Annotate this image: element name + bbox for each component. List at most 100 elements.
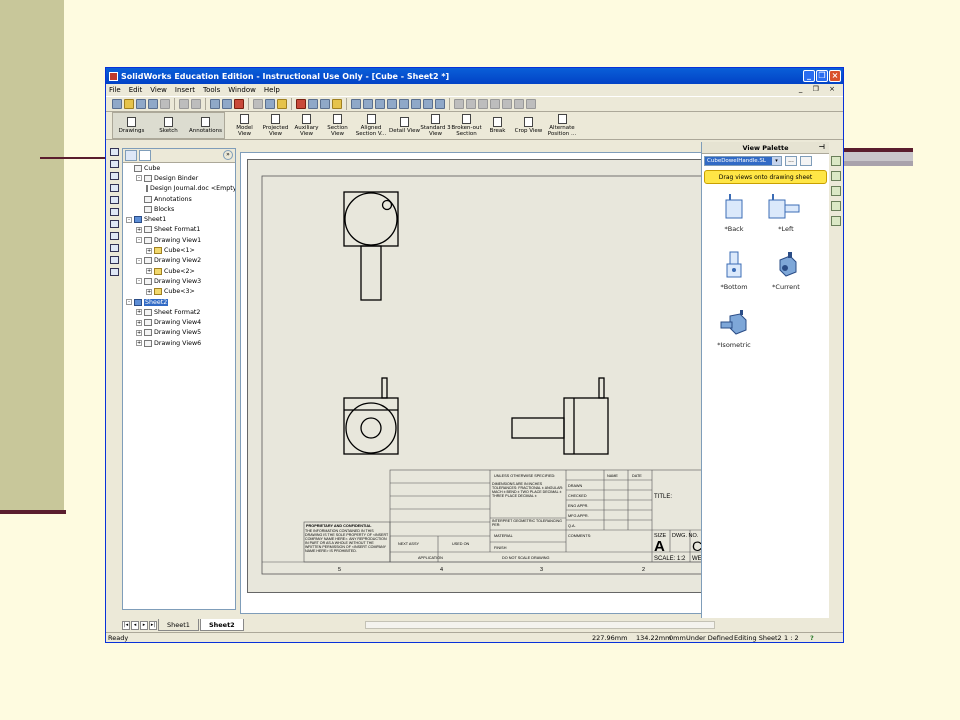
tool-icon-5[interactable] [109, 196, 119, 204]
refresh-button[interactable] [800, 156, 812, 166]
appearance-icon[interactable] [296, 99, 306, 109]
horizontal-scrollbar[interactable] [364, 621, 715, 629]
expand-toggle-icon[interactable]: + [136, 226, 142, 233]
expand-toggle-icon[interactable]: + [136, 319, 142, 326]
projected-view-button[interactable]: Projected View [260, 112, 291, 139]
perspective-icon[interactable] [526, 99, 536, 109]
model-view-button[interactable]: Model View [229, 112, 260, 139]
hidden-lines-icon[interactable] [466, 99, 476, 109]
resources-icon[interactable] [831, 156, 841, 166]
zoom-fit-icon[interactable] [351, 99, 361, 109]
tree-node[interactable]: + Cube<3> [123, 287, 235, 297]
tree-node[interactable]: - Design Binder [123, 173, 235, 183]
break-button[interactable]: Break [482, 112, 513, 139]
undo-icon[interactable] [179, 99, 189, 109]
expand-toggle-icon[interactable]: + [146, 247, 152, 254]
display-icon[interactable] [308, 99, 318, 109]
pin-icon[interactable]: ⊣ [819, 143, 825, 151]
tool-icon-11[interactable] [109, 268, 119, 276]
tree-node[interactable]: - Sheet2 [123, 297, 235, 307]
help-icon[interactable] [277, 99, 287, 109]
menu-window[interactable]: Window [228, 86, 256, 94]
menu-tools[interactable]: Tools [203, 86, 220, 94]
tree-node[interactable]: + Sheet Format1 [123, 225, 235, 235]
auxiliary-view-button[interactable]: Auxiliary View [291, 112, 322, 139]
redo-icon[interactable] [191, 99, 201, 109]
tool-icon-3[interactable] [109, 172, 119, 180]
menu-view[interactable]: View [150, 86, 167, 94]
zoom-selection-icon[interactable] [399, 99, 409, 109]
menu-insert[interactable]: Insert [175, 86, 195, 94]
select-filter-icon[interactable] [222, 99, 232, 109]
palette-view-current[interactable]: *Current [760, 250, 812, 308]
expand-toggle-icon[interactable]: - [136, 278, 142, 285]
help-status-icon[interactable]: ? [810, 634, 814, 642]
tree-node[interactable]: Annotations [123, 194, 235, 204]
layers-icon[interactable] [320, 99, 330, 109]
detail-view-button[interactable]: Detail View [389, 112, 420, 139]
zoom-in-icon[interactable] [375, 99, 385, 109]
tool-icon-10[interactable] [109, 256, 119, 264]
expand-toggle-icon[interactable]: + [146, 288, 152, 295]
design-library-icon[interactable] [831, 171, 841, 181]
file-explorer-icon[interactable] [831, 186, 841, 196]
drawing-view-side[interactable] [511, 377, 609, 455]
menu-edit[interactable]: Edit [129, 86, 143, 94]
last-sheet-button[interactable]: ▸| [149, 620, 157, 630]
shaded-edges-icon[interactable] [490, 99, 500, 109]
view-palette-icon[interactable] [831, 201, 841, 211]
drawing-view-top[interactable] [343, 191, 399, 301]
tree-node[interactable]: + Sheet Format2 [123, 307, 235, 317]
open-icon[interactable] [124, 99, 134, 109]
browse-button[interactable]: ... [785, 156, 797, 166]
expand-toggle-icon[interactable]: - [136, 237, 142, 244]
crop-view-button[interactable]: Crop View [513, 112, 544, 139]
tree-node[interactable]: + Drawing View4 [123, 317, 235, 327]
tree-node[interactable]: - Drawing View1 [123, 235, 235, 245]
tree-node[interactable]: + Cube<1> [123, 245, 235, 255]
print-icon[interactable] [148, 99, 158, 109]
minimize-button[interactable]: _ [803, 70, 815, 82]
restore-button[interactable]: ❐ [816, 70, 828, 82]
expand-toggle-icon[interactable]: - [126, 216, 132, 223]
collapse-chevron-icon[interactable]: » [223, 150, 233, 160]
expand-toggle-icon[interactable]: + [136, 309, 142, 316]
expand-toggle-icon[interactable]: - [136, 257, 142, 264]
tree-node[interactable]: + Drawing View6 [123, 338, 235, 348]
next-sheet-button[interactable]: ▸ [140, 620, 148, 630]
zoom-out-icon[interactable] [387, 99, 397, 109]
document-window-controls[interactable]: _ ❐ × [799, 85, 839, 93]
shaded-icon[interactable] [502, 99, 512, 109]
zoom-area-icon[interactable] [363, 99, 373, 109]
new-icon[interactable] [112, 99, 122, 109]
select-icon[interactable] [210, 99, 220, 109]
tool-icon-1[interactable] [109, 148, 119, 156]
tree-node[interactable]: + Drawing View5 [123, 328, 235, 338]
property-manager-tab[interactable] [139, 150, 151, 161]
expand-toggle-icon[interactable]: + [136, 340, 142, 347]
tool-icon-6[interactable] [109, 208, 119, 216]
tab-sheet1[interactable]: Sheet1 [158, 619, 199, 631]
shadows-icon[interactable] [514, 99, 524, 109]
close-button[interactable]: × [829, 70, 841, 82]
grid-icon[interactable] [253, 99, 263, 109]
tree-node[interactable]: Design Journal.doc <Empty> [123, 184, 235, 194]
first-sheet-button[interactable]: |◂ [122, 620, 130, 630]
pan-icon[interactable] [423, 99, 433, 109]
palette-view-isometric[interactable]: *Isometric [708, 308, 760, 366]
options-icon[interactable] [265, 99, 275, 109]
aligned-section-button[interactable]: Aligned Section V... [353, 112, 389, 139]
tree-node[interactable]: + Cube<2> [123, 266, 235, 276]
palette-file-select[interactable]: CubeDowelHandle.SL ▾ [704, 156, 782, 166]
drawing-view-front[interactable] [343, 377, 399, 455]
annotations-tab[interactable]: Annotations [189, 117, 222, 134]
rotate-icon[interactable] [411, 99, 421, 109]
expand-toggle-icon[interactable]: - [136, 175, 142, 182]
tool-icon-8[interactable] [109, 232, 119, 240]
drawing-sheet[interactable]: UNLESS OTHERWISE SPECIFIED: NAME DATE DR… [247, 159, 717, 593]
tree-node[interactable]: - Sheet1 [123, 214, 235, 224]
tree-node[interactable]: - Drawing View3 [123, 276, 235, 286]
feature-manager-tab[interactable] [125, 150, 137, 161]
section-view-button[interactable]: Section View [322, 112, 353, 139]
tool-icon-2[interactable] [109, 160, 119, 168]
